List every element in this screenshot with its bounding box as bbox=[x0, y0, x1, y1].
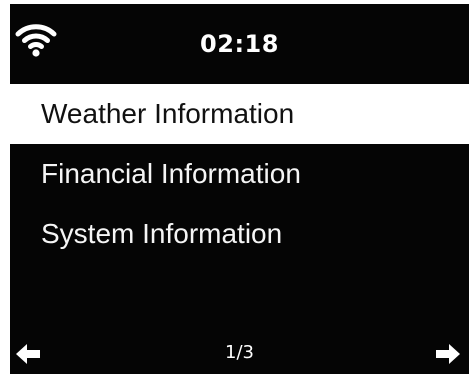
menu-item-weather-information[interactable]: Weather Information bbox=[10, 84, 469, 144]
radio-display: 02:18 Weather Information Financial Info… bbox=[10, 4, 469, 374]
menu-list: Weather Information Financial Informatio… bbox=[10, 84, 469, 264]
status-bar: 02:18 bbox=[10, 4, 469, 82]
arrow-right-icon[interactable] bbox=[434, 340, 462, 368]
page-indicator: 1/3 bbox=[225, 342, 254, 363]
footer: 1/3 bbox=[10, 334, 469, 374]
clock: 02:18 bbox=[200, 30, 279, 58]
menu-item-system-information[interactable]: System Information bbox=[10, 204, 469, 264]
menu-item-financial-information[interactable]: Financial Information bbox=[10, 144, 469, 204]
